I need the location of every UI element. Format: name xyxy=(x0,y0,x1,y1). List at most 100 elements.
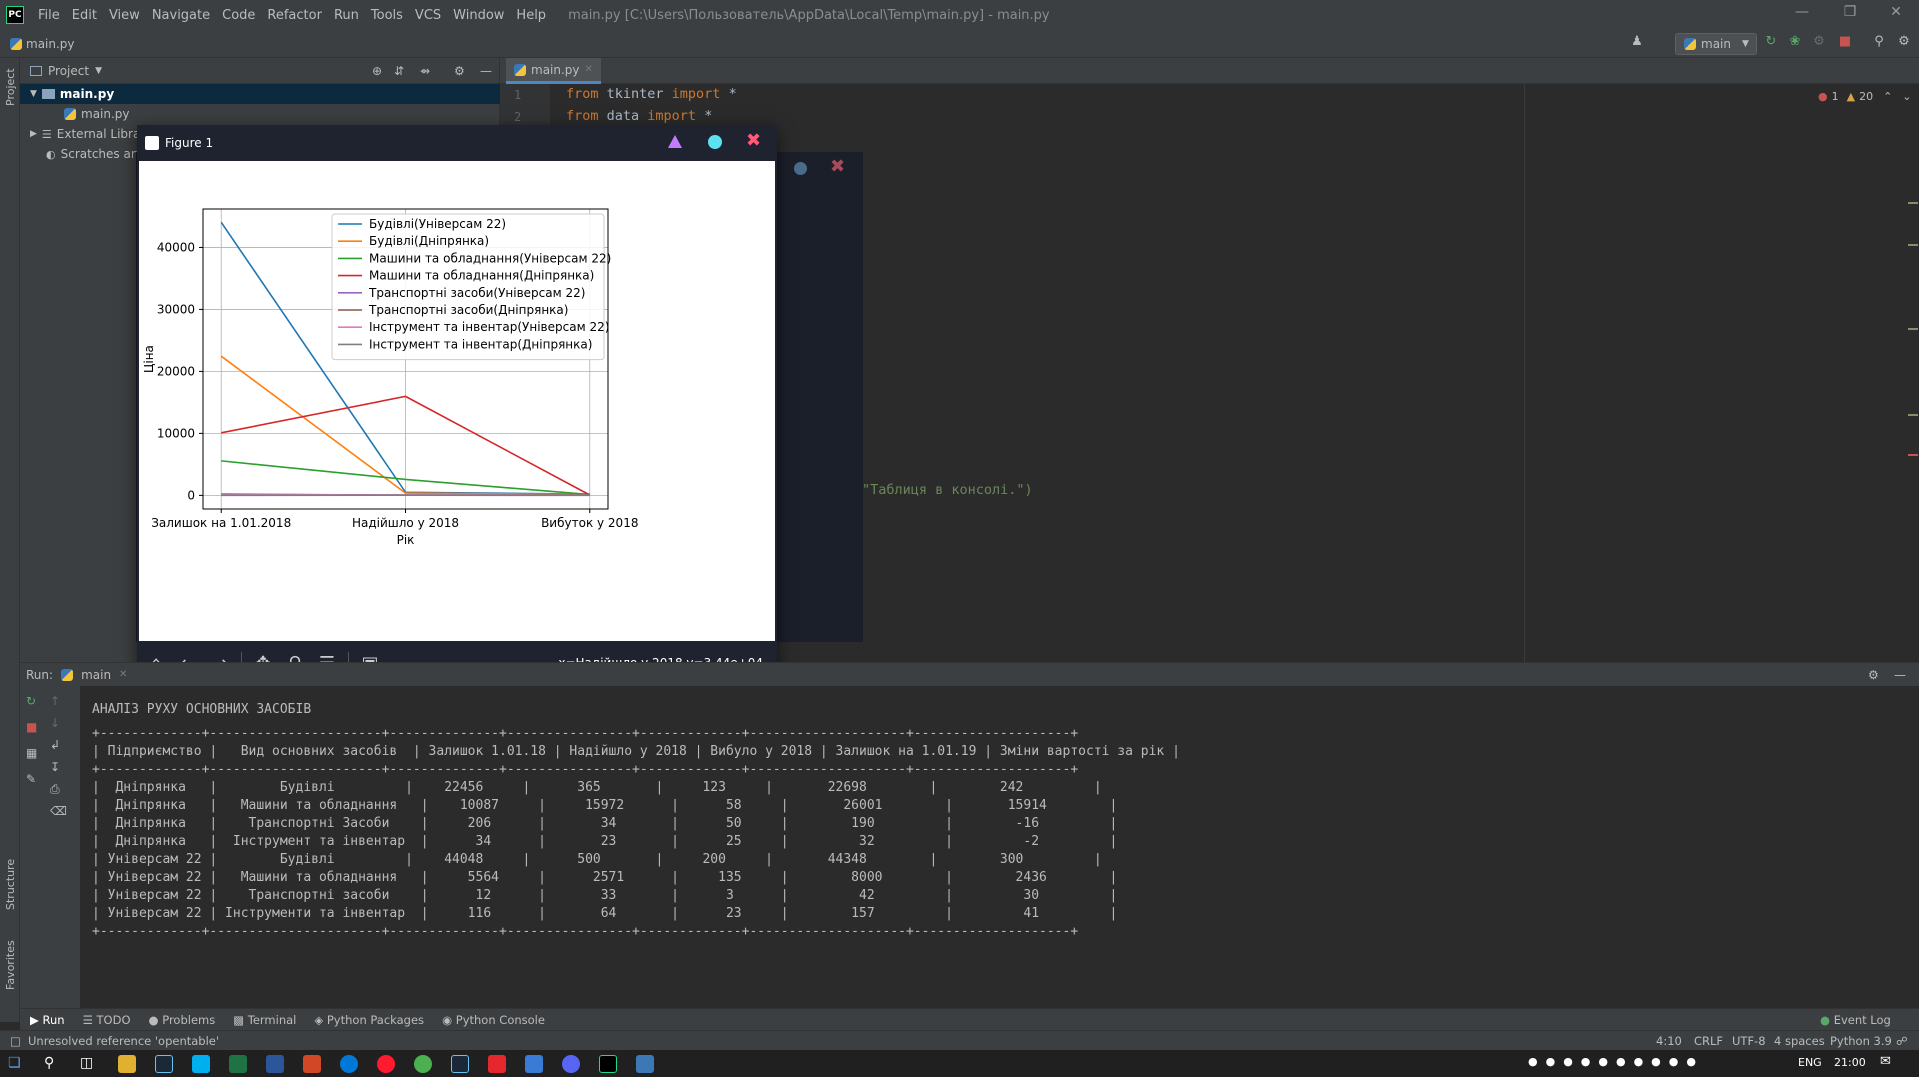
word-icon[interactable] xyxy=(266,1055,284,1073)
debug-icon[interactable]: ❀ xyxy=(1786,34,1804,52)
menu-navigate[interactable]: Navigate xyxy=(146,8,216,23)
stop-icon[interactable]: ■ xyxy=(1836,34,1854,52)
layout-icon[interactable]: ▦ xyxy=(26,746,37,760)
start-menu-icon[interactable]: ❏ xyxy=(8,1055,26,1073)
menu-refactor[interactable]: Refactor xyxy=(261,8,328,23)
menu-vcs[interactable]: VCS xyxy=(409,8,447,23)
code-string-fragment[interactable]: "Таблиця в консолі.") xyxy=(862,482,1033,498)
event-log-button[interactable]: ● Event Log xyxy=(1820,1013,1891,1027)
panel-settings-icon[interactable]: ⚙ xyxy=(454,64,465,78)
video-player-icon[interactable] xyxy=(525,1055,543,1073)
menu-edit[interactable]: Edit xyxy=(66,8,103,23)
menu-window[interactable]: Window xyxy=(447,8,510,23)
scroll-up-icon[interactable]: ↑ xyxy=(50,694,60,708)
close-icon[interactable]: ✖ xyxy=(746,130,761,151)
chevron-up-icon[interactable]: ⌃ xyxy=(1883,90,1892,103)
inspection-widget[interactable]: ● 1 ▲ 20 ⌃ ⌄ xyxy=(1818,90,1912,103)
tab-run[interactable]: ▶ Run xyxy=(30,1013,65,1027)
close-tab-icon[interactable]: ✕ xyxy=(585,64,593,75)
restore-button[interactable]: ❐ xyxy=(1830,4,1870,26)
edge-icon[interactable] xyxy=(340,1055,358,1073)
status-message[interactable]: Unresolved reference 'opentable' xyxy=(28,1034,219,1048)
tree-item-main-py[interactable]: main.py xyxy=(64,104,130,124)
menu-run[interactable]: Run xyxy=(328,8,365,23)
locate-icon[interactable]: ⊕ xyxy=(372,64,382,78)
user-icon[interactable]: ♟ xyxy=(1628,34,1646,52)
menu-help[interactable]: Help xyxy=(510,8,552,23)
python-taskbar-icon[interactable] xyxy=(636,1055,654,1073)
tab-todo[interactable]: ☰ TODO xyxy=(83,1013,131,1027)
clock[interactable]: 21:00 xyxy=(1834,1056,1866,1069)
menu-view[interactable]: View xyxy=(103,8,146,23)
tree-item-scratches[interactable]: ◐ Scratches and xyxy=(46,144,146,164)
breadcrumb[interactable]: main.py xyxy=(10,37,75,51)
minimize-triangle-icon[interactable] xyxy=(668,135,682,148)
structure-tool-tab[interactable]: Structure xyxy=(4,859,17,910)
maximize-dot-icon[interactable] xyxy=(708,135,722,149)
scroll-to-end-icon[interactable]: ↧ xyxy=(50,760,60,774)
excel-icon[interactable] xyxy=(229,1055,247,1073)
close-icon[interactable]: ✖ xyxy=(830,156,845,177)
settings-gear-icon[interactable]: ⚙ xyxy=(1895,34,1913,52)
print-icon[interactable]: ⎙ xyxy=(50,782,60,797)
menu-file[interactable]: File xyxy=(32,8,66,23)
chevron-down-icon[interactable]: ▼ xyxy=(95,66,102,76)
steam-app-icon[interactable] xyxy=(451,1055,469,1073)
python-interpreter[interactable]: Python 3.9 xyxy=(1830,1034,1892,1048)
pin-icon[interactable]: ✎ xyxy=(26,772,36,786)
menu-code[interactable]: Code xyxy=(216,8,261,23)
collapse-all-icon[interactable]: ⇴ xyxy=(420,64,430,78)
tab-python-console[interactable]: ◉ Python Console xyxy=(442,1013,545,1027)
steam-icon[interactable] xyxy=(155,1055,173,1073)
language-indicator[interactable]: ENG xyxy=(1798,1056,1822,1069)
file-encoding[interactable]: UTF-8 xyxy=(1732,1034,1766,1048)
pycharm-taskbar-icon[interactable] xyxy=(599,1055,617,1073)
status-toggle-icon[interactable]: □ xyxy=(10,1034,21,1048)
notifications-icon[interactable]: ✉ xyxy=(1880,1054,1891,1069)
search-icon[interactable]: ⚲ xyxy=(1870,34,1888,52)
discord-icon[interactable] xyxy=(562,1055,580,1073)
run-console[interactable]: АНАЛІЗ РУХУ ОСНОВНИХ ЗАСОБІВ +----------… xyxy=(80,686,1919,1008)
code-line-2[interactable]: from data import * xyxy=(566,108,712,124)
chrome-icon[interactable] xyxy=(414,1055,432,1073)
hide-panel-icon[interactable]: — xyxy=(480,64,492,78)
cursor-position[interactable]: 4:10 xyxy=(1656,1034,1682,1048)
chevron-down-icon[interactable]: ⌄ xyxy=(1902,90,1911,103)
search-icon[interactable]: ⚲ xyxy=(44,1055,62,1073)
tree-item-external-libraries[interactable]: ▶ ☰ External Librar xyxy=(30,124,145,144)
task-view-icon[interactable]: ◫ xyxy=(80,1055,98,1073)
figure-title-bar[interactable]: Figure 1 ✖ xyxy=(137,125,777,161)
app-icon[interactable] xyxy=(488,1055,506,1073)
minimize-button[interactable]: — xyxy=(1782,4,1822,26)
close-window-button[interactable]: ✕ xyxy=(1876,4,1916,26)
coverage-icon[interactable]: ⚙ xyxy=(1810,34,1828,52)
opera-icon[interactable] xyxy=(377,1055,395,1073)
project-tool-tab[interactable]: Project xyxy=(4,68,17,106)
indent-setting[interactable]: 4 spaces xyxy=(1774,1034,1825,1048)
system-tray-icons[interactable]: ●●●●●●●●●● xyxy=(1528,1055,1704,1068)
maximize-dot-icon[interactable] xyxy=(794,162,807,175)
file-explorer-icon[interactable] xyxy=(118,1055,136,1073)
tab-problems[interactable]: ● Problems xyxy=(149,1013,216,1027)
powerpoint-icon[interactable] xyxy=(303,1055,321,1073)
expand-all-icon[interactable]: ⇵ xyxy=(394,64,404,78)
hide-panel-icon[interactable]: — xyxy=(1894,668,1906,682)
tab-python-packages[interactable]: ◈ Python Packages xyxy=(314,1013,424,1027)
figure-window[interactable]: Figure 1 ✖ 0 10000 20000 30000 40000 Залишок … xyxy=(137,125,777,687)
run-configuration-select[interactable]: main ▼ xyxy=(1675,33,1757,55)
rerun-icon[interactable]: ↻ xyxy=(26,694,36,708)
tab-terminal[interactable]: ▩ Terminal xyxy=(233,1013,296,1027)
close-tab-icon[interactable]: ✕ xyxy=(119,669,127,680)
editor-tab-main-py[interactable]: main.py ✕ xyxy=(506,58,601,84)
plot-canvas[interactable]: 0 10000 20000 30000 40000 Залишок на 1.01.201… xyxy=(139,161,775,641)
project-title[interactable]: Project xyxy=(48,64,89,78)
rerun-icon[interactable]: ↻ xyxy=(1762,34,1780,52)
tree-item-project-root[interactable]: ▼ main.py xyxy=(20,84,500,104)
favorites-tool-tab[interactable]: Favorites xyxy=(4,940,17,990)
lock-icon[interactable]: ☍ xyxy=(1896,1034,1908,1048)
trash-icon[interactable]: ⌫ xyxy=(50,804,67,818)
menu-tools[interactable]: Tools xyxy=(365,8,409,23)
scroll-down-icon[interactable]: ↓ xyxy=(50,716,60,730)
stop-icon[interactable]: ■ xyxy=(26,720,37,734)
run-settings-icon[interactable]: ⚙ xyxy=(1868,668,1879,682)
